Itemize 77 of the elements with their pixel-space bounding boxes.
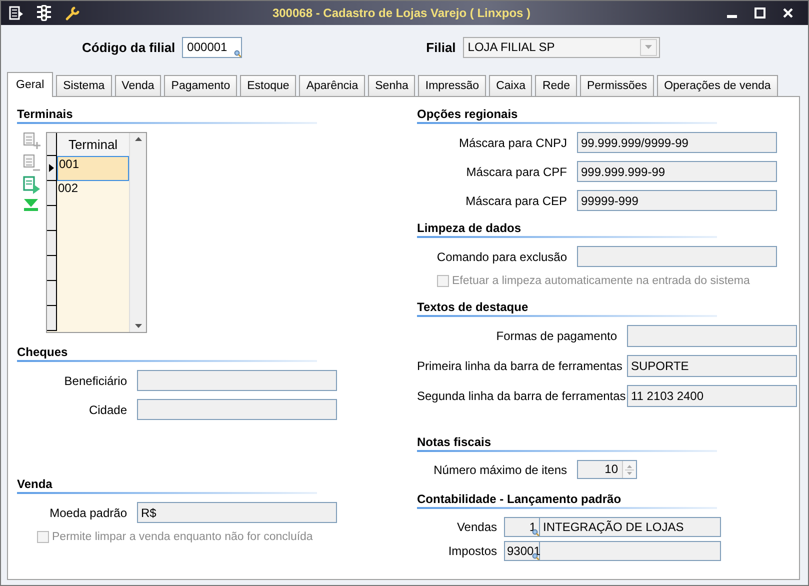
field-label: Moeda padrão (48, 506, 128, 520)
document-arrow-icon[interactable] (23, 176, 41, 194)
checkbox-label: Permite limpar a venda enquanto não for concluída (52, 531, 313, 543)
window-title: 300068 - Cadastro de Lojas Varejo ( Linxpos ) (271, 6, 532, 20)
number-spinner[interactable]: 10 (577, 460, 637, 479)
input-field[interactable] (137, 399, 337, 420)
tab[interactable]: Geral (7, 72, 54, 97)
tab[interactable]: Senha (368, 75, 416, 96)
wrench-icon[interactable] (65, 6, 80, 20)
tab[interactable]: Permissões (580, 75, 654, 96)
tab[interactable]: Impressão (418, 75, 486, 96)
field-label: Máscara para CNPJ (458, 136, 568, 150)
tab[interactable]: Sistema (56, 75, 112, 96)
tab[interactable]: Caixa (489, 75, 532, 96)
tab[interactable]: Aparência (299, 75, 366, 96)
tab[interactable]: Rede (535, 75, 577, 96)
column-header[interactable]: Terminal (57, 133, 129, 156)
search-icon (532, 529, 539, 536)
row-indicator[interactable] (47, 256, 57, 281)
maximize-icon[interactable] (754, 7, 766, 19)
section-heading: Notas fiscais (417, 435, 717, 452)
search-icon (234, 50, 242, 56)
add-row-icon[interactable] (23, 132, 41, 150)
scroll-up-icon[interactable] (134, 137, 142, 141)
field-label: Impostos (447, 544, 498, 558)
tab[interactable]: Operações de venda (657, 75, 778, 96)
scroll-down-icon[interactable] (134, 324, 142, 328)
row-indicator[interactable] (47, 281, 57, 306)
code-field[interactable]: 000001 (182, 36, 242, 58)
input-field[interactable]: 99999-999 (577, 190, 777, 211)
field-label: Comando para exclusão (436, 250, 568, 264)
row-indicator[interactable] (47, 156, 57, 181)
input-field[interactable]: R$ (137, 502, 337, 523)
remove-row-icon[interactable] (23, 154, 41, 172)
section-heading: Cheques (17, 345, 317, 362)
field-label: Código da filial (82, 40, 176, 54)
field-label: Primeira linha da barra de ferramentas (417, 359, 624, 373)
row-indicator[interactable] (47, 181, 57, 206)
field-label: Máscara para CPF (465, 164, 568, 178)
input-field[interactable]: SUPORTE (627, 355, 797, 377)
table-cell[interactable]: 001 (57, 156, 129, 181)
field-label: Filial (426, 40, 456, 54)
caret-icon (644, 45, 652, 49)
close-icon[interactable] (782, 7, 794, 19)
field-label: Vendas (456, 520, 498, 534)
row-indicator[interactable] (47, 231, 57, 256)
row-indicator[interactable] (47, 206, 57, 231)
scrollbar[interactable] (129, 133, 146, 332)
traffic-light-icon[interactable] (37, 5, 51, 21)
field-label: Segunda linha da barra de ferramentas (417, 389, 627, 403)
field-label: Formas de pagamento (495, 329, 618, 343)
input-field[interactable]: 999.999.999-99 (577, 161, 777, 182)
field-label: Número máximo de itens (432, 462, 568, 476)
tab[interactable]: Venda (114, 75, 162, 96)
code-field[interactable]: 93001 (504, 541, 539, 561)
field-label: Máscara para CEP (464, 194, 568, 208)
field-label: Beneficiário (63, 374, 128, 388)
input-field[interactable]: 99.999.999/9999-99 (577, 132, 777, 153)
description-field: INTEGRAÇÃO DE LOJAS (539, 517, 721, 537)
section-heading: Textos de destaque (417, 300, 717, 317)
row-indicator[interactable] (47, 306, 57, 331)
field-label: Cidade (88, 402, 128, 416)
table-cell[interactable]: 002 (57, 181, 129, 206)
section-heading: Terminais (17, 107, 317, 124)
section-heading: Venda (17, 477, 317, 494)
section-heading: Limpeza de dados (417, 221, 717, 238)
section-heading: Opções regionais (417, 107, 717, 124)
checkbox-label: Efetuar a limpeza automaticamente na entrada do sistema (452, 275, 750, 287)
input-field[interactable] (577, 246, 777, 267)
input-field[interactable] (627, 325, 797, 347)
section-heading: Contabilidade - Lançamento padrão (417, 492, 717, 509)
row-indicator (47, 133, 57, 156)
tab[interactable]: Pagamento (164, 75, 238, 96)
tab[interactable]: Estoque (240, 75, 296, 96)
current-row-icon (49, 164, 54, 172)
input-field[interactable] (137, 370, 337, 391)
input-field[interactable]: 11 2103 2400 (627, 385, 797, 407)
